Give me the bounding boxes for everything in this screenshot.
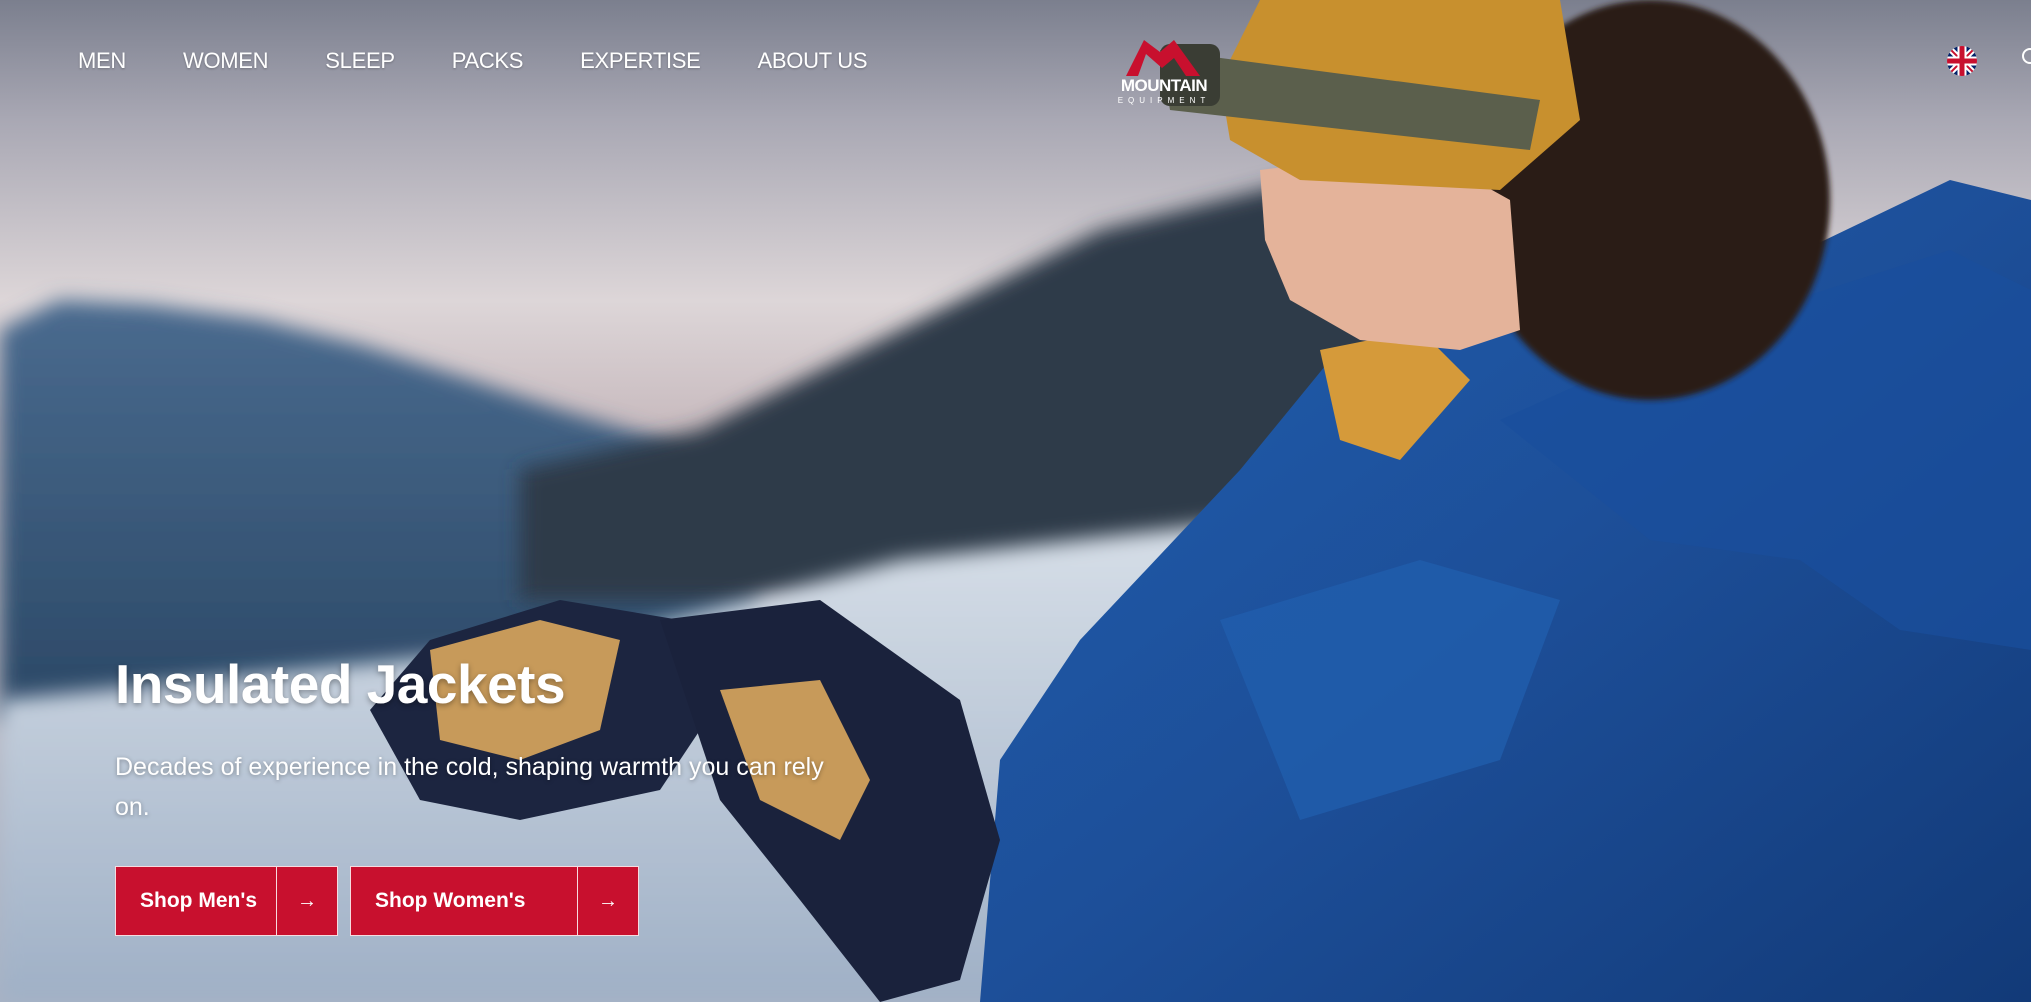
logo-wordmark: MOUNTAIN (1120, 76, 1208, 95)
hero-background-image (0, 0, 2031, 1002)
hero-banner (0, 0, 2031, 1002)
shop-womens-label: Shop Women's (375, 889, 526, 912)
logo-subtitle: EQUIPMENT (1117, 96, 1211, 105)
arrow-right-icon: → (276, 867, 337, 935)
shop-womens-button[interactable]: Shop Women's → (350, 866, 639, 936)
top-navigation: MEN WOMEN SLEEP PACKS EXPERTISE ABOUT US… (0, 0, 2031, 125)
nav-item-sleep[interactable]: SLEEP (325, 48, 395, 74)
mountain-logo-icon (1126, 40, 1200, 76)
hero-cta-group: Shop Men's → Shop Women's → (115, 866, 639, 936)
hero-subtitle: Decades of experience in the cold, shapi… (115, 753, 824, 821)
nav-item-men[interactable]: MEN (78, 48, 126, 74)
nav-item-women[interactable]: WOMEN (183, 48, 269, 74)
arrow-right-icon: → (577, 867, 638, 935)
search-icon[interactable] (2021, 46, 2031, 70)
nav-item-about-us[interactable]: ABOUT US (758, 48, 868, 74)
shop-mens-button[interactable]: Shop Men's → (115, 866, 338, 936)
brand-logo[interactable]: MOUNTAIN EQUIPMENT (1104, 38, 1224, 114)
nav-item-packs[interactable]: PACKS (452, 48, 524, 74)
main-menu: MEN WOMEN SLEEP PACKS EXPERTISE ABOUT US (78, 48, 924, 74)
hero-title: Insulated Jackets (115, 653, 566, 715)
nav-item-expertise[interactable]: EXPERTISE (580, 48, 701, 74)
uk-flag-icon[interactable] (1947, 46, 1977, 76)
shop-mens-label: Shop Men's (140, 889, 257, 912)
